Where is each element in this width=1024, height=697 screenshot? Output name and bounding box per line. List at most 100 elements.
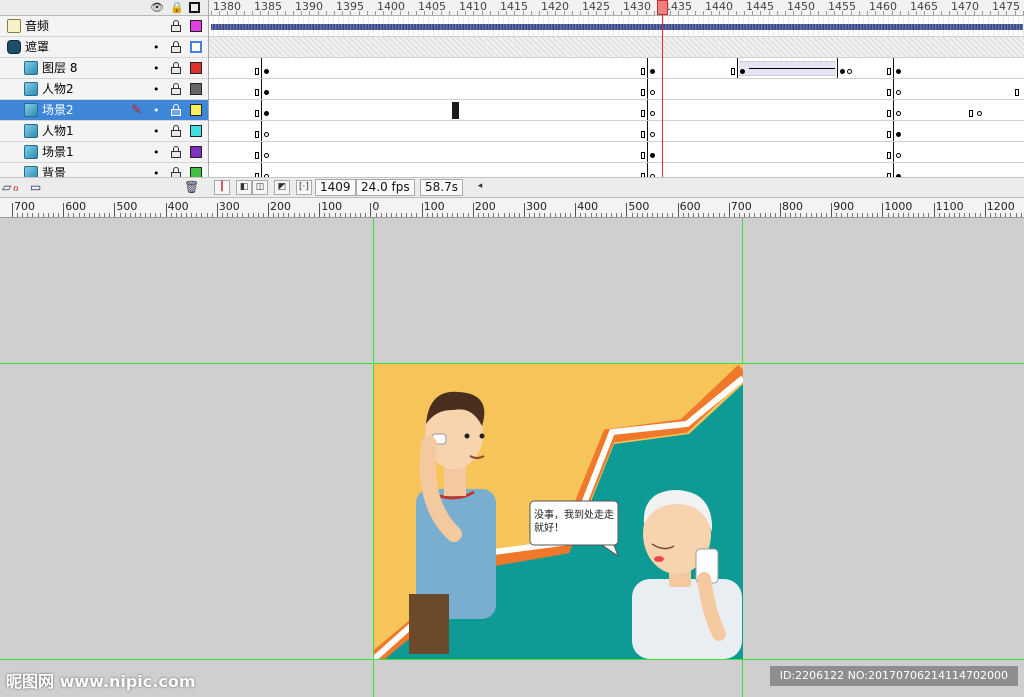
frame-span-end[interactable] bbox=[887, 110, 891, 117]
frame-grid[interactable]: 1380 1385 1390 1395 1400 1405 1410 1415 1420 1425… bbox=[208, 0, 1024, 177]
outline-color-swatch[interactable] bbox=[190, 125, 202, 137]
frame-row[interactable] bbox=[209, 142, 1024, 163]
frame-span-end[interactable] bbox=[255, 68, 259, 75]
frame-row[interactable] bbox=[209, 100, 1024, 121]
keyframe-line[interactable] bbox=[893, 142, 894, 162]
keyframe-line[interactable] bbox=[261, 163, 262, 177]
eye-icon[interactable]: 👁 bbox=[150, 1, 164, 14]
keyframe-marker[interactable] bbox=[896, 111, 901, 116]
lock-toggle-icon[interactable] bbox=[171, 62, 181, 74]
keyframe-line[interactable] bbox=[737, 58, 738, 78]
keyframe-marker[interactable] bbox=[264, 111, 269, 116]
keyframe-line[interactable] bbox=[261, 79, 262, 99]
keyframe-marker[interactable] bbox=[650, 111, 655, 116]
onion-skin-icon[interactable]: ◧ bbox=[236, 180, 252, 195]
frame-span-end[interactable] bbox=[255, 110, 259, 117]
outline-color-swatch[interactable] bbox=[190, 20, 202, 32]
keyframe-marker[interactable] bbox=[896, 69, 901, 74]
lock-toggle-icon[interactable] bbox=[171, 104, 181, 116]
outline-color-swatch[interactable] bbox=[190, 146, 202, 158]
stage-area[interactable]: 没事，我到处走走就好！ 昵图网 www.nipic.com ID:2206122… bbox=[0, 218, 1024, 697]
keyframe-line[interactable] bbox=[647, 58, 648, 78]
keyframe-line[interactable] bbox=[893, 100, 894, 120]
outline-color-swatch[interactable] bbox=[190, 41, 202, 53]
trash-icon[interactable]: 🗑 bbox=[184, 180, 199, 195]
keyframe-marker[interactable] bbox=[896, 90, 901, 95]
outline-color-swatch[interactable] bbox=[190, 83, 202, 95]
center-frame-icon[interactable]: ┃ bbox=[214, 180, 230, 195]
layer-row[interactable]: 音频 bbox=[0, 16, 208, 37]
visibility-toggle[interactable]: • bbox=[153, 40, 160, 55]
layer-name[interactable]: 人物2 bbox=[42, 82, 74, 97]
frame-span-end[interactable] bbox=[887, 89, 891, 96]
frame-span-end[interactable] bbox=[641, 89, 645, 96]
keyframe-line[interactable] bbox=[647, 142, 648, 162]
selected-frame[interactable] bbox=[452, 102, 459, 119]
frame-row[interactable] bbox=[209, 16, 1024, 37]
frame-span-end[interactable] bbox=[731, 68, 735, 75]
keyframe-line[interactable] bbox=[893, 79, 894, 99]
frame-row[interactable] bbox=[209, 37, 1024, 58]
frame-row[interactable] bbox=[209, 121, 1024, 142]
frame-row[interactable] bbox=[209, 79, 1024, 100]
keyframe-marker[interactable] bbox=[264, 153, 269, 158]
frame-row[interactable] bbox=[209, 58, 1024, 79]
keyframe-marker[interactable] bbox=[264, 90, 269, 95]
layer-row[interactable]: 场景1 • bbox=[0, 142, 208, 163]
new-folder-icon[interactable]: ▭ bbox=[30, 180, 41, 195]
visibility-toggle[interactable]: • bbox=[153, 145, 160, 160]
frame-ruler[interactable]: 1380 1385 1390 1395 1400 1405 1410 1415 1420 1425… bbox=[209, 0, 1024, 16]
keyframe-marker[interactable] bbox=[896, 153, 901, 158]
keyframe-marker[interactable] bbox=[840, 69, 845, 74]
frame-span-end[interactable] bbox=[255, 152, 259, 159]
frame-span-end[interactable] bbox=[641, 131, 645, 138]
keyframe-marker[interactable] bbox=[740, 69, 745, 74]
frame-span-end[interactable] bbox=[255, 131, 259, 138]
layer-row[interactable]: 图层 8 • bbox=[0, 58, 208, 79]
keyframe-line[interactable] bbox=[893, 121, 894, 141]
keyframe-line[interactable] bbox=[647, 163, 648, 177]
frame-span-end[interactable] bbox=[887, 68, 891, 75]
visibility-toggle[interactable]: • bbox=[153, 124, 160, 139]
keyframe-line[interactable] bbox=[647, 79, 648, 99]
tween-arrow[interactable] bbox=[749, 68, 835, 69]
lock-icon[interactable]: 🔒 bbox=[170, 1, 184, 14]
frame-span-end[interactable] bbox=[969, 110, 973, 117]
lock-toggle-icon[interactable] bbox=[171, 41, 181, 53]
visibility-toggle[interactable]: • bbox=[153, 61, 160, 76]
keyframe-marker[interactable] bbox=[264, 69, 269, 74]
keyframe-line[interactable] bbox=[261, 100, 262, 120]
layer-name[interactable]: 遮罩 bbox=[25, 40, 49, 55]
outline-color-swatch[interactable] bbox=[190, 104, 202, 116]
new-layer-icon[interactable]: ▱ bbox=[2, 180, 11, 195]
keyframe-marker[interactable] bbox=[650, 90, 655, 95]
outline-color-swatch[interactable] bbox=[190, 62, 202, 74]
scroll-left-icon[interactable]: ◂ bbox=[472, 180, 488, 195]
lock-toggle-icon[interactable] bbox=[171, 20, 181, 32]
keyframe-marker[interactable] bbox=[650, 153, 655, 158]
keyframe-marker[interactable] bbox=[650, 132, 655, 137]
frame-span-end[interactable] bbox=[255, 89, 259, 96]
keyframe-marker[interactable] bbox=[847, 69, 852, 74]
motion-guide-icon[interactable]: ℴ bbox=[13, 180, 19, 195]
keyframe-line[interactable] bbox=[261, 142, 262, 162]
lock-toggle-icon[interactable] bbox=[171, 146, 181, 158]
keyframe-marker[interactable] bbox=[264, 132, 269, 137]
layer-row[interactable]: 场景2 ✎ • bbox=[0, 100, 208, 121]
frame-row[interactable] bbox=[209, 163, 1024, 177]
guide-line-horizontal[interactable] bbox=[0, 659, 1024, 660]
layer-row[interactable]: 人物1 • bbox=[0, 121, 208, 142]
keyframe-line[interactable] bbox=[261, 58, 262, 78]
onion-markers-icon[interactable]: [·] bbox=[296, 180, 312, 195]
layer-name[interactable]: 图层 8 bbox=[42, 61, 77, 76]
keyframe-line[interactable] bbox=[893, 58, 894, 78]
keyframe-line[interactable] bbox=[261, 121, 262, 141]
visibility-toggle[interactable]: • bbox=[153, 103, 160, 118]
frame-span-end[interactable] bbox=[641, 110, 645, 117]
layer-name[interactable]: 场景1 bbox=[42, 145, 74, 160]
frame-span-end[interactable] bbox=[887, 152, 891, 159]
stage-artwork[interactable]: 没事，我到处走走就好！ bbox=[374, 364, 743, 659]
visibility-toggle[interactable]: • bbox=[153, 82, 160, 97]
keyframe-marker[interactable] bbox=[896, 132, 901, 137]
playhead-handle[interactable] bbox=[657, 0, 668, 15]
